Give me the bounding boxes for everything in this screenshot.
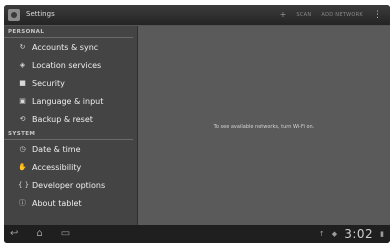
- recent-apps-icon[interactable]: ▭: [61, 227, 70, 241]
- backup-icon: ⟲: [19, 115, 26, 123]
- settings-item-developer-options[interactable]: { } Developer options: [4, 176, 137, 194]
- braces-icon: { }: [18, 181, 30, 189]
- clock-icon: ◷: [19, 145, 26, 153]
- keyboard-icon: ▣: [19, 97, 26, 105]
- info-icon: ⓘ: [19, 199, 26, 207]
- settings-item-accounts-sync[interactable]: ↻ Accounts & sync: [4, 38, 137, 56]
- home-icon[interactable]: ⌂: [36, 227, 42, 241]
- location-icon: ◈: [19, 61, 26, 69]
- plus-icon[interactable]: +: [280, 9, 287, 21]
- settings-item-label: About tablet: [32, 198, 82, 208]
- settings-item-label: Accessibility: [32, 162, 82, 172]
- settings-item-language-input[interactable]: ▣ Language & input: [4, 92, 137, 110]
- navigation-buttons: ↩ ⌂ ▭: [10, 227, 70, 241]
- back-icon[interactable]: ↩: [10, 227, 18, 241]
- settings-item-label: Backup & reset: [32, 114, 93, 124]
- lock-icon: ■: [19, 79, 26, 87]
- wifi-off-message: To see available networks, turn Wi-Fi on…: [213, 124, 315, 130]
- sync-icon: ↻: [19, 43, 26, 51]
- settings-item-label: Security: [32, 78, 65, 88]
- settings-item-location-services[interactable]: ◈ Location services: [4, 56, 137, 74]
- settings-item-label: Date & time: [32, 144, 81, 154]
- settings-item-label: Location services: [32, 60, 102, 70]
- settings-item-accessibility[interactable]: ✋ Accessibility: [4, 158, 137, 176]
- settings-item-date-time[interactable]: ◷ Date & time: [4, 140, 137, 158]
- settings-item-label: Developer options: [32, 180, 106, 190]
- section-header-personal: PERSONAL: [4, 26, 133, 38]
- section-header-system: SYSTEM: [4, 128, 133, 140]
- notification-icon: ◆: [331, 230, 338, 238]
- app-title: Settings: [26, 10, 55, 18]
- action-bar-icons: + SCAN ADD NETWORK ⋮: [280, 9, 382, 21]
- scan-button[interactable]: SCAN: [296, 12, 311, 18]
- add-network-button[interactable]: ADD NETWORK: [321, 12, 363, 18]
- settings-item-security[interactable]: ■ Security: [4, 74, 137, 92]
- battery-icon: ▮: [380, 230, 384, 238]
- settings-list: PERSONAL ↻ Accounts & sync ◈ Location se…: [4, 26, 137, 225]
- tablet-screen: Settings + SCAN ADD NETWORK ⋮ PERSONAL ↻…: [4, 5, 390, 243]
- settings-item-label: Language & input: [32, 96, 104, 106]
- overflow-menu-icon[interactable]: ⋮: [373, 9, 382, 21]
- settings-app-icon[interactable]: [8, 9, 20, 21]
- status-area[interactable]: ↑ ◆ 3:02 ▮: [319, 227, 384, 241]
- settings-item-backup-reset[interactable]: ⟲ Backup & reset: [4, 110, 137, 128]
- settings-item-label: Accounts & sync: [32, 42, 99, 52]
- settings-item-about-tablet[interactable]: ⓘ About tablet: [4, 194, 137, 212]
- system-bar: ↩ ⌂ ▭ ↑ ◆ 3:02 ▮: [4, 225, 390, 243]
- clock: 3:02: [344, 227, 374, 241]
- wifi-content-pane: To see available networks, turn Wi-Fi on…: [138, 26, 390, 225]
- action-bar: Settings + SCAN ADD NETWORK ⋮: [4, 5, 390, 26]
- signal-icon: ↑: [318, 230, 325, 238]
- accessibility-icon: ✋: [18, 163, 27, 171]
